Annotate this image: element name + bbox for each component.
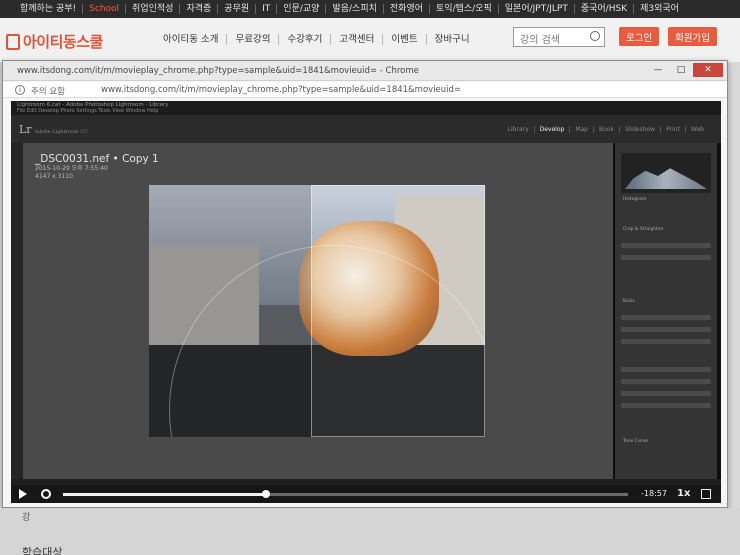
module-map: Map [570,126,594,133]
panel-label-histogram: Histogram [623,197,647,202]
panel-row [621,327,711,332]
topbar-item[interactable]: 취업인적성 [126,4,181,14]
player-controls: -18:57 1x [11,485,721,503]
module-develop: Develop [535,126,571,133]
top-category-bar: 함께하는 공부! School 취업인적성 자격증 공무원 IT 인문/교양 발… [0,0,740,18]
module-print: Print [661,126,686,133]
address-bar[interactable]: i 주의 요함 www.itsdong.com/it/m/movieplay_c… [3,82,727,98]
video-player[interactable]: Lightroom 6.cat - Adobe Photoshop Lightr… [11,101,721,503]
url-text[interactable]: www.itsdong.com/it/m/movieplay_chrome.ph… [101,85,461,95]
panel-row [621,255,711,260]
file-name: _DSC0031.nef • Copy 1 [35,153,159,165]
histogram-curve [625,168,707,189]
nav-item[interactable]: 고객센터 [331,34,384,45]
panel-row [621,339,711,344]
search-icon[interactable] [590,31,600,41]
module-library: Library [503,126,535,133]
seek-handle[interactable] [262,490,271,498]
playback-speed-button[interactable]: 1x [677,488,690,499]
nav-item[interactable]: 무료강의 [227,34,280,45]
search-input[interactable]: 강의 검색 [513,27,605,47]
lr-menu: File Edit Develop Photo Settings Tools V… [17,108,159,114]
topbar-item[interactable]: 발음/스피치 [326,4,384,14]
lr-left-panel [11,143,23,479]
lr-right-panel: Histogram Crop & Straighten Basic Tone C… [615,143,717,479]
panel-row [621,391,711,396]
topbar-item[interactable]: 제3외국어 [634,4,685,14]
histogram [621,153,711,193]
file-date: 2015-10-29 오후 7:55:40 [35,165,108,172]
lr-header: Lr Adobe Lightroom CC Library Develop Map… [11,115,721,143]
panel-row [621,379,711,384]
topbar-item[interactable]: 자격증 [180,4,219,14]
panel-row [621,403,711,408]
search-placeholder: 강의 검색 [520,35,560,46]
signup-button[interactable]: 회원가입 [668,27,717,46]
site-logo[interactable]: 아이티동스쿨 [6,31,103,52]
topbar-item[interactable]: 일본어/JPT/JLPT [499,4,575,14]
module-slideshow: Slideshow [620,126,662,133]
lr-logo: Lr Adobe Lightroom CC [19,123,88,136]
module-book: Book [594,126,620,133]
section-heading: 학습대상 [22,546,63,555]
volume-icon[interactable] [41,489,51,499]
window-titlebar[interactable]: www.itsdong.com/it/m/movieplay_chrome.ph… [3,61,727,81]
fullscreen-icon[interactable] [701,489,711,499]
lr-logo-sub: Adobe Lightroom CC [34,129,88,135]
nav-item[interactable]: 이벤트 [383,34,427,45]
topbar-item[interactable]: 인문/교양 [277,4,327,14]
lr-image-view: _DSC0031.nef • Copy 1 2015-10-29 오후 7:55… [23,143,613,479]
window-title: www.itsdong.com/it/m/movieplay_chrome.ph… [17,66,419,76]
lr-window-titlebar: Lightroom 6.cat - Adobe Photoshop Lightr… [11,101,721,115]
window-controls: — □ ✕ [647,63,723,77]
popup-window: www.itsdong.com/it/m/movieplay_chrome.ph… [2,60,728,508]
seek-bar-progress [63,493,267,496]
topbar-item[interactable]: 전화영어 [384,4,431,14]
nav-item[interactable]: 장바구니 [427,34,478,45]
topbar-school-link[interactable]: School [83,4,127,14]
lr-logo-text: Lr [19,123,32,136]
play-icon[interactable] [19,489,27,499]
security-warning: 주의 요함 [31,87,65,97]
panel-row [621,315,711,320]
page-content-below: 강 학습대상 [0,508,740,555]
seek-bar[interactable] [63,490,628,498]
nav-item[interactable]: 수강후기 [279,34,332,45]
panel-row [621,243,711,248]
panel-label-basic: Basic [623,299,635,304]
time-remaining: -18:57 [641,489,667,498]
topbar-item[interactable]: 공무원 [218,4,257,14]
main-nav: 아이티동 소개 무료강의 수강후기 고객센터 이벤트 장바구니 [155,34,478,45]
file-info-overlay: _DSC0031.nef • Copy 1 2015-10-29 오후 7:55… [35,153,159,181]
cat-photo [149,185,485,437]
close-icon[interactable]: ✕ [693,63,723,77]
minimize-icon[interactable]: — [647,63,669,77]
panel-row [621,367,711,372]
lr-module-picker: Library Develop Map Book Slideshow Print… [503,126,709,133]
logo-text: 아이티동스쿨 [23,33,103,51]
topbar-item[interactable]: IT [256,4,278,14]
panel-label-crop: Crop & Straighten [623,227,664,232]
topbar-item[interactable]: 중국어/HSK [575,4,635,14]
module-web: Web [690,126,704,133]
logo-mark-icon [6,33,20,50]
panel-label-tonecurve: Tone Curve [623,439,649,444]
topbar-item[interactable]: 토익/텝스/오픽 [430,4,499,14]
file-dimensions: 4147 x 3110 [35,173,73,180]
login-button[interactable]: 로그인 [619,27,660,46]
maximize-icon[interactable]: □ [670,63,692,77]
site-header: 아이티동스쿨 아이티동 소개 무료강의 수강후기 고객센터 이벤트 장바구니 강… [0,18,740,62]
nav-item[interactable]: 아이티동 소개 [155,34,228,45]
info-icon[interactable]: i [15,85,25,95]
topbar-item[interactable]: 함께하는 공부! [14,4,84,14]
page-text: 강 [22,513,31,523]
